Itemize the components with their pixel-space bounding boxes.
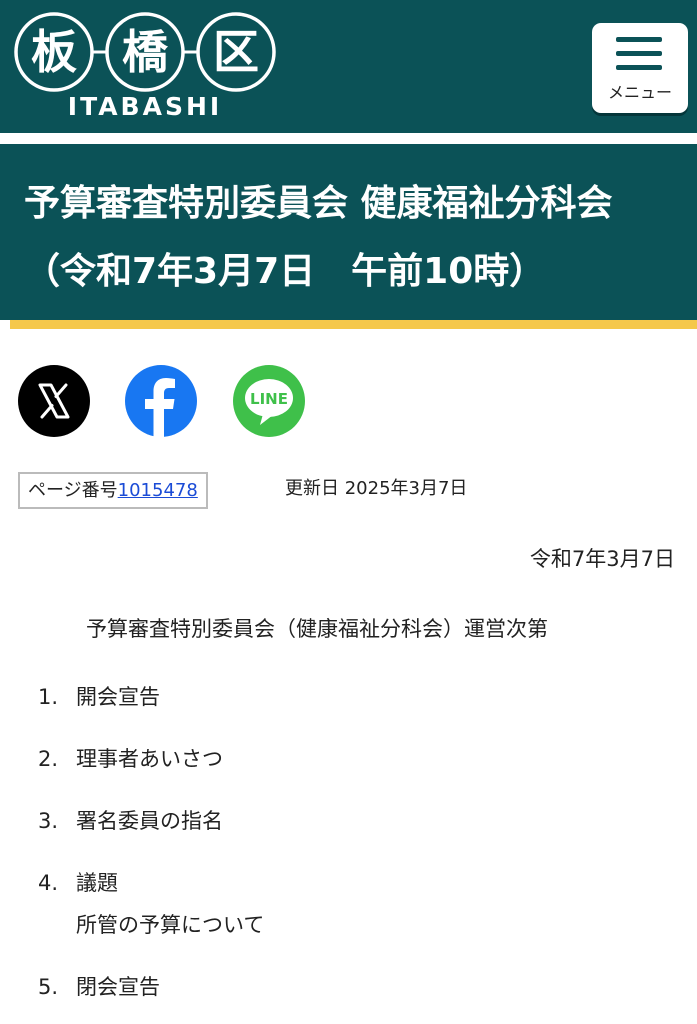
agenda-item-text: 閉会宣告 xyxy=(76,975,160,999)
page-number-link[interactable]: 1015478 xyxy=(118,480,198,501)
agenda-item-number: 4. xyxy=(38,871,59,895)
agenda-item-number: 5. xyxy=(38,975,59,999)
menu-button[interactable]: メニュー xyxy=(592,23,688,113)
line-icon: LINE xyxy=(245,379,293,425)
line-icon-text: LINE xyxy=(250,390,288,408)
meeting-date: 令和7年3月7日 xyxy=(529,547,675,571)
page-title-line-1: 予算審査特別委員会 健康福祉分科会 xyxy=(24,183,613,224)
agenda-item-number: 1. xyxy=(38,685,59,709)
agenda-item-text: 署名委員の指名 xyxy=(76,809,223,833)
agenda-item-text: 開会宣告 xyxy=(76,685,160,709)
logo-text: ITABASHI xyxy=(67,92,223,121)
menu-label: メニュー xyxy=(607,83,672,102)
page-title-line-2: （令和7年3月7日 午前10時） xyxy=(24,251,546,292)
site-header: 板 橋 区 ITABASHI メニュー xyxy=(0,0,697,133)
page-number-box: ページ番号1015478 xyxy=(18,472,208,509)
logo-kanji-1: 板 xyxy=(31,25,77,79)
page-title: 予算審査特別委員会 健康福祉分科会 （令和7年3月7日 午前10時） xyxy=(24,170,684,306)
facebook-icon xyxy=(145,378,175,437)
updated-date: 更新日 2025年3月7日 xyxy=(285,478,468,499)
share-x-button[interactable] xyxy=(18,365,90,437)
agenda-item-number: 3. xyxy=(38,809,59,833)
agenda-heading: 予算審査特別委員会（健康福祉分科会）運営次第 xyxy=(86,617,548,641)
logo-kanji-emblem: 板 橋 区 xyxy=(14,12,276,92)
agenda-item-text: 理事者あいさつ xyxy=(76,747,223,771)
agenda-item-number: 2. xyxy=(38,747,59,771)
itabashi-logo[interactable]: 板 橋 区 ITABASHI xyxy=(14,10,276,125)
x-icon xyxy=(38,383,70,419)
hamburger-icon xyxy=(616,37,662,73)
logo-kanji-2: 橋 xyxy=(122,25,168,79)
agenda-item-subtext: 所管の予算について xyxy=(76,913,265,937)
title-accent-bar xyxy=(10,320,697,329)
agenda-item-text: 議題 xyxy=(76,871,118,895)
page-number-label: ページ番号 xyxy=(28,480,118,501)
logo-kanji-3: 区 xyxy=(213,25,259,79)
share-facebook-button[interactable] xyxy=(125,365,197,437)
share-line-button[interactable]: LINE xyxy=(233,365,305,437)
